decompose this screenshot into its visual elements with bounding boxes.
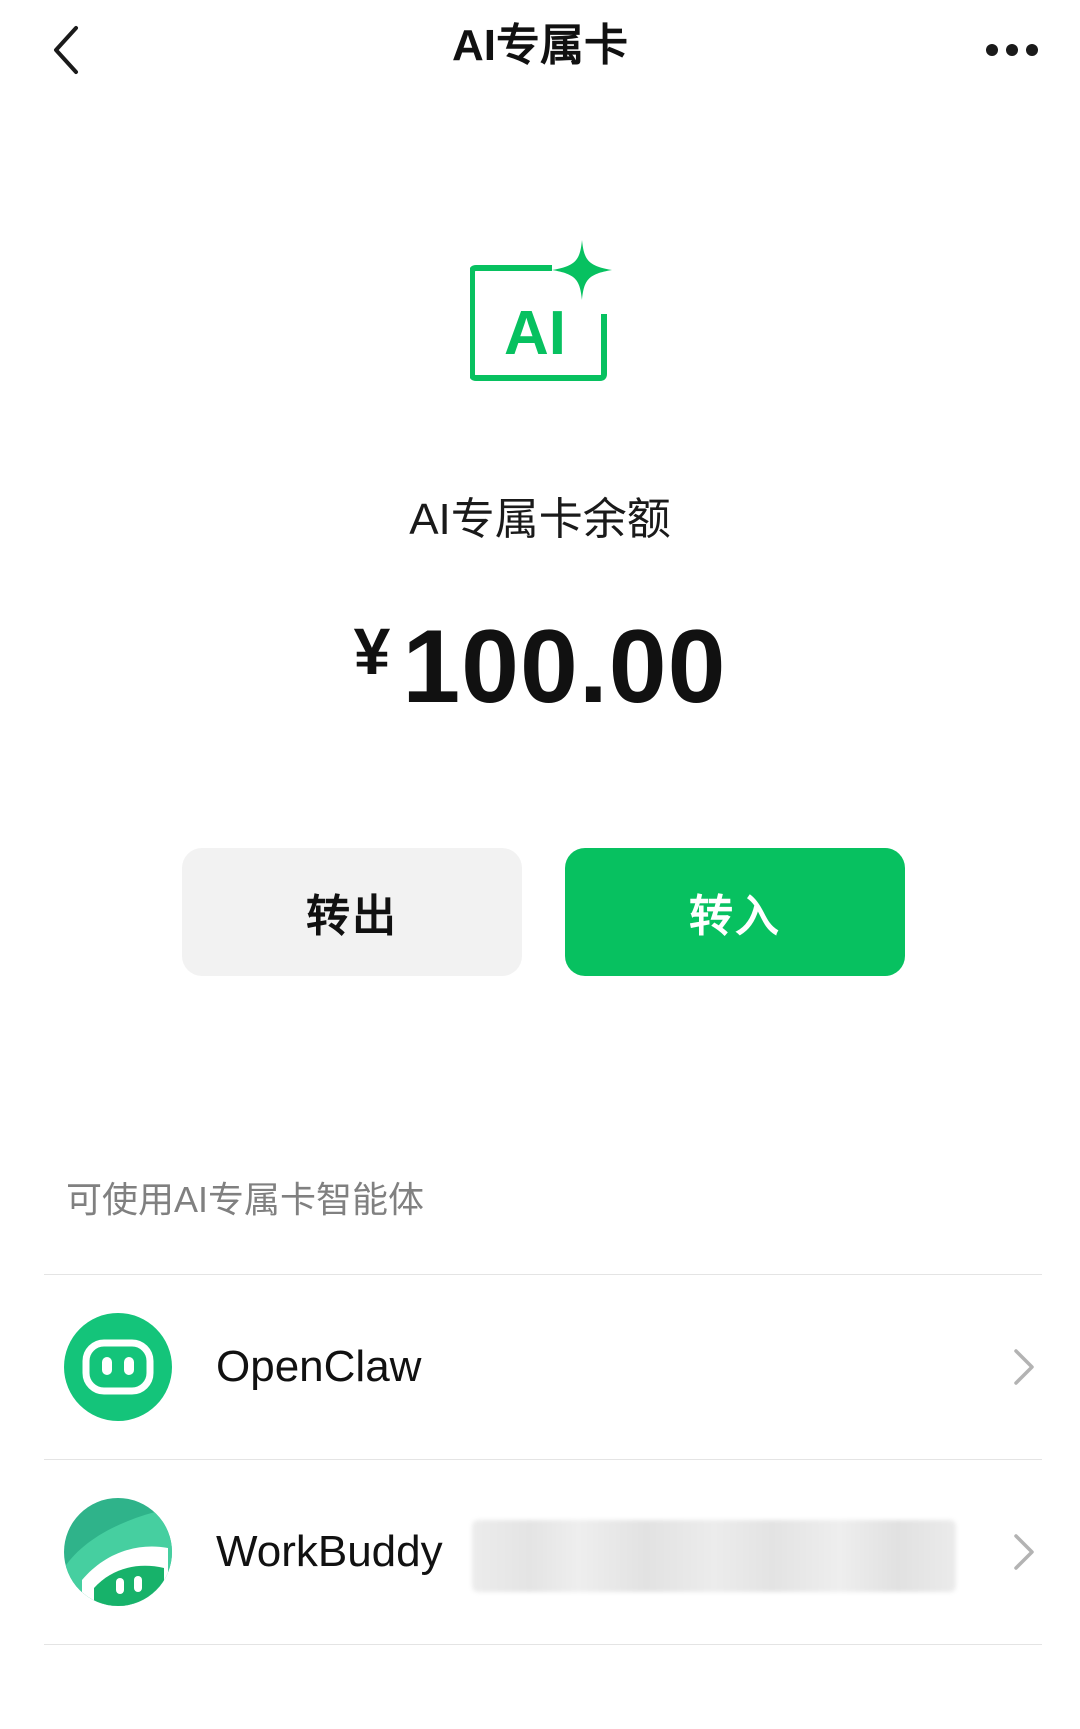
divider bbox=[44, 1644, 1042, 1645]
agent-item-openclaw[interactable]: OpenClaw bbox=[44, 1275, 1042, 1459]
currency-symbol: ¥ bbox=[353, 614, 391, 688]
agent-item-workbuddy[interactable]: WorkBuddy bbox=[44, 1460, 1042, 1644]
agent-name: WorkBuddy bbox=[216, 1527, 443, 1576]
redacted-info bbox=[472, 1520, 956, 1592]
openclaw-avatar-icon bbox=[64, 1313, 172, 1421]
chevron-right-icon bbox=[1014, 1534, 1034, 1570]
balance-label: AI专属卡余额 bbox=[409, 495, 671, 544]
agents-section-title: 可使用AI专属卡智能体 bbox=[66, 1179, 425, 1220]
agent-avatar bbox=[64, 1313, 172, 1421]
chevron-right-icon bbox=[1014, 1349, 1034, 1385]
workbuddy-avatar-icon bbox=[64, 1498, 172, 1606]
page-title: AI专属卡 bbox=[452, 21, 628, 70]
transfer-out-button[interactable]: 转出 bbox=[182, 848, 522, 976]
nav-bar: AI专属卡 bbox=[0, 0, 1080, 96]
ai-logo-text: AI bbox=[504, 299, 566, 368]
agent-name: OpenClaw bbox=[216, 1342, 422, 1391]
ai-card-logo: AI bbox=[469, 238, 620, 382]
agent-avatar bbox=[64, 1498, 172, 1606]
ai-sparkle-icon: AI bbox=[469, 240, 612, 381]
transfer-in-button[interactable]: 转入 bbox=[565, 848, 905, 976]
chevron-left-icon bbox=[54, 26, 78, 74]
back-button[interactable] bbox=[30, 14, 102, 86]
balance-amount: ¥100.00 bbox=[200, 596, 880, 753]
more-horizontal-icon bbox=[986, 44, 1038, 56]
more-button[interactable] bbox=[972, 14, 1052, 86]
balance-value: 100.00 bbox=[402, 609, 727, 725]
